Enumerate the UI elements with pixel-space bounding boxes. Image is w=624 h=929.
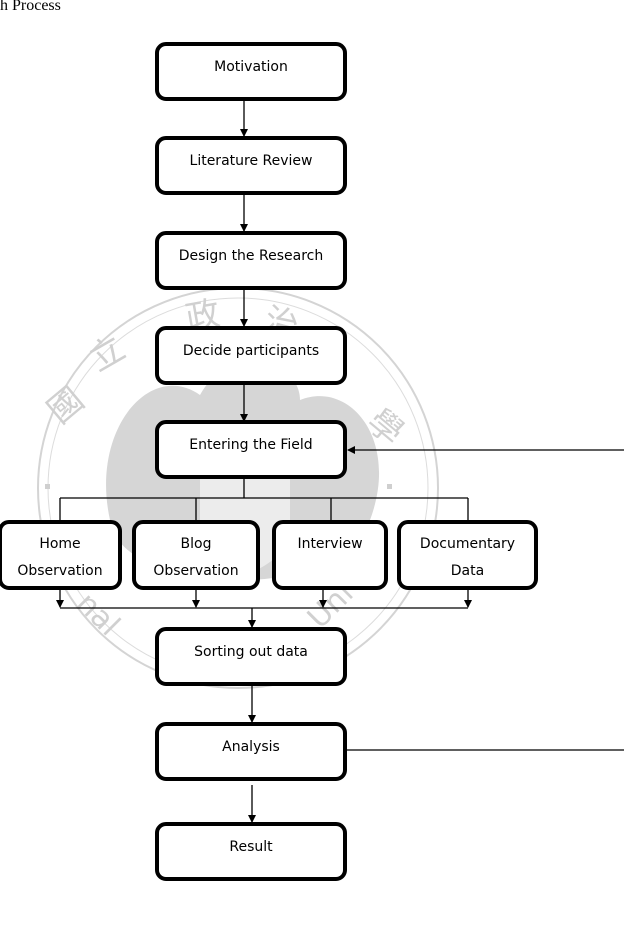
node-blog-observation: Blog Observation [132, 520, 260, 590]
node-result-label: Result [229, 839, 273, 855]
node-literature-review: Literature Review [155, 136, 347, 195]
node-entering-field: Entering the Field [155, 420, 347, 479]
node-home-observation: Home Observation [0, 520, 122, 590]
node-interview: Interview [272, 520, 388, 590]
node-design-research-label: Design the Research [178, 248, 324, 264]
node-literature-review-label: Literature Review [189, 153, 313, 169]
node-motivation: Motivation [155, 42, 347, 101]
node-sorting-data-label: Sorting out data [194, 644, 308, 660]
node-blog-observation-label: Blog Observation [153, 536, 239, 579]
node-interview-label: Interview [297, 536, 363, 552]
node-home-observation-label: Home Observation [17, 536, 103, 579]
node-sorting-data: Sorting out data [155, 627, 347, 686]
node-analysis-label: Analysis [222, 739, 280, 755]
node-decide-participants: Decide participants [155, 326, 347, 385]
node-design-research: Design the Research [155, 231, 347, 290]
node-entering-field-label: Entering the Field [189, 437, 313, 453]
node-decide-participants-label: Decide participants [182, 343, 320, 359]
node-analysis: Analysis [155, 722, 347, 781]
node-documentary-data-label: Documentary Data [419, 536, 516, 579]
node-motivation-label: Motivation [214, 59, 288, 75]
node-documentary-data: Documentary Data [397, 520, 538, 590]
node-result: Result [155, 822, 347, 881]
